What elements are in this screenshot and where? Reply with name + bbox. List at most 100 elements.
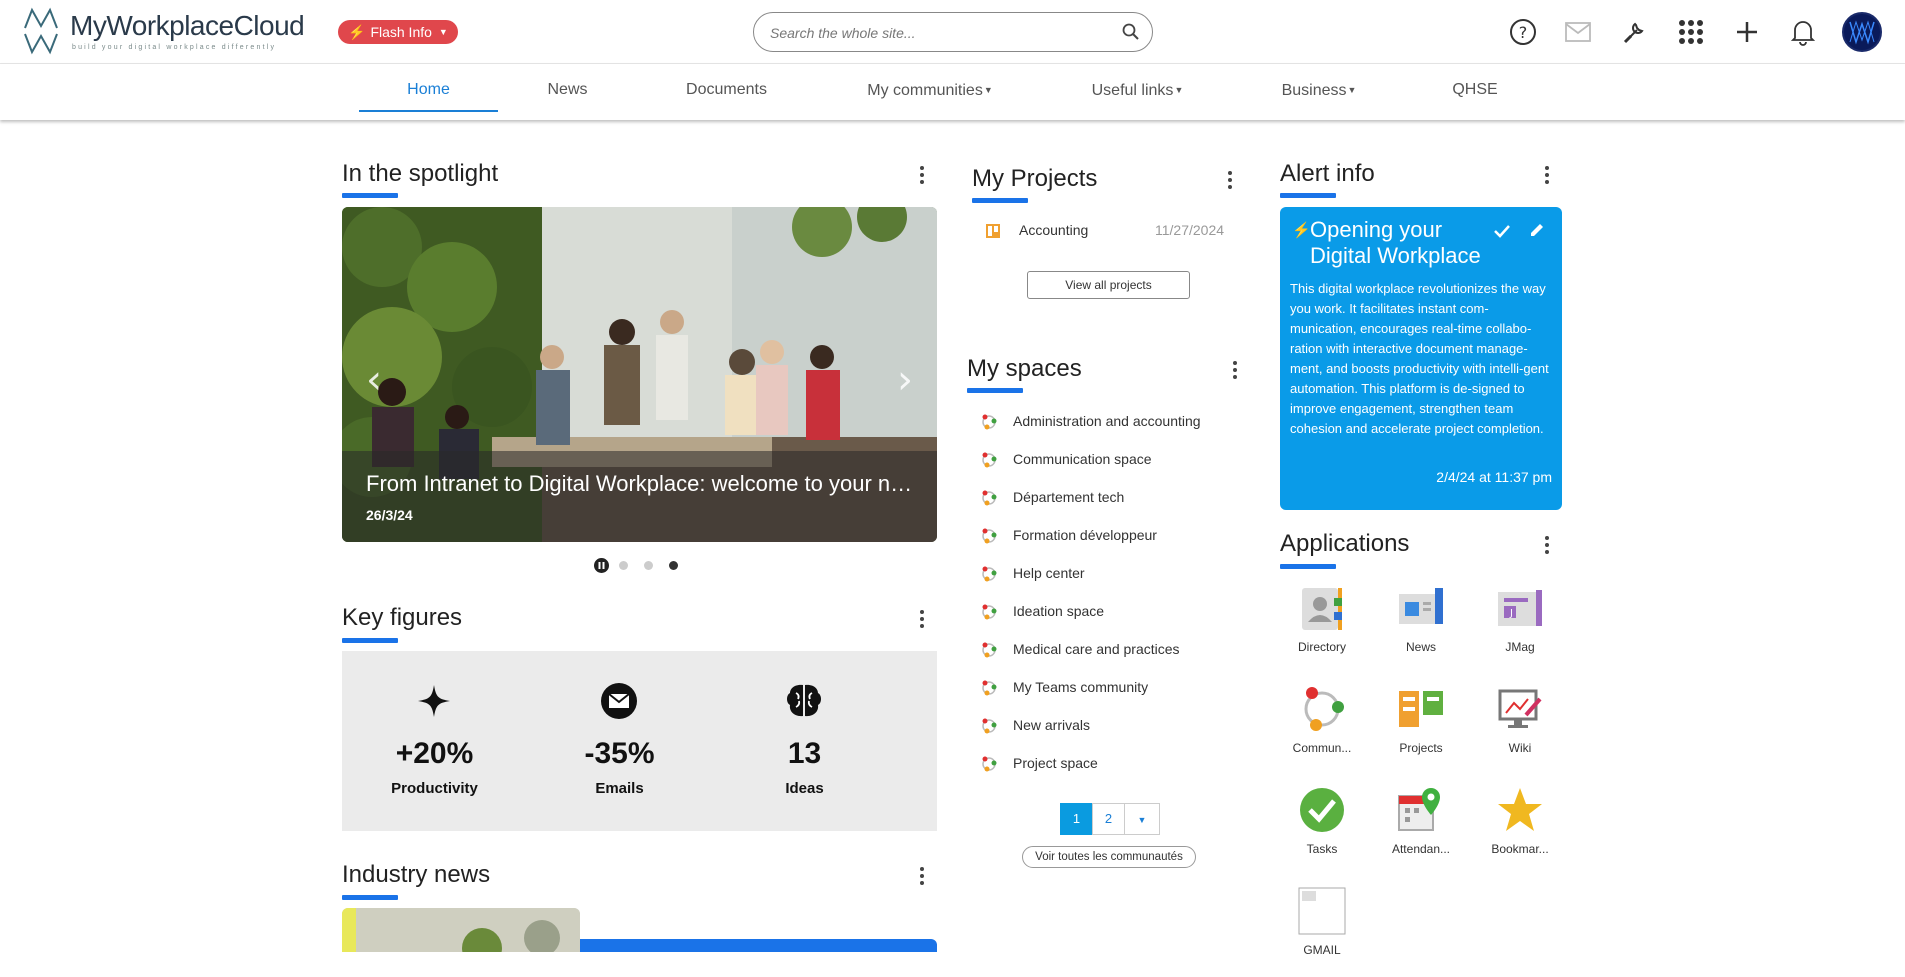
space-item[interactable]: Formation développeur bbox=[980, 523, 1250, 547]
key-figure-label: Productivity bbox=[391, 780, 478, 797]
spaces-title: My spaces bbox=[967, 355, 1082, 382]
space-item[interactable]: Help center bbox=[980, 561, 1250, 585]
flash-info-button[interactable]: ⚡ Flash Info ▼ bbox=[338, 20, 458, 44]
space-item[interactable]: Ideation space bbox=[980, 599, 1250, 623]
projects-menu-icon[interactable] bbox=[1220, 168, 1240, 192]
caret-down-icon: ▼ bbox=[438, 27, 448, 37]
community-icon bbox=[982, 490, 997, 506]
edit-icon[interactable] bbox=[1528, 221, 1546, 239]
space-item[interactable]: Département tech bbox=[980, 485, 1250, 509]
carousel-dot[interactable] bbox=[644, 561, 653, 570]
app-name: Tasks bbox=[1306, 842, 1338, 856]
app-attendance[interactable]: Attendan... bbox=[1375, 786, 1465, 876]
avatar[interactable] bbox=[1842, 12, 1882, 52]
app-gmail[interactable]: GMAIL bbox=[1276, 887, 1366, 977]
carousel-dot[interactable] bbox=[619, 561, 628, 570]
app-jmag[interactable]: J JMag bbox=[1474, 584, 1564, 674]
app-name: Commun... bbox=[1292, 741, 1352, 755]
search-input[interactable] bbox=[770, 22, 1110, 44]
mail-icon[interactable] bbox=[1558, 12, 1598, 52]
page-2-button[interactable]: 2 bbox=[1092, 803, 1125, 835]
slide-title[interactable]: From Intranet to Digital Workplace: welc… bbox=[366, 471, 916, 497]
caret-down-icon: ▼ bbox=[1347, 85, 1357, 95]
space-name: Project space bbox=[1013, 755, 1098, 771]
industry-news-menu-icon[interactable] bbox=[912, 864, 932, 888]
app-name: Wiki bbox=[1508, 741, 1532, 755]
spotlight-menu-icon[interactable] bbox=[912, 163, 932, 187]
nav-useful-links-label: Useful links bbox=[1091, 82, 1174, 99]
app-tasks[interactable]: Tasks bbox=[1276, 786, 1366, 876]
nav-news[interactable]: News bbox=[530, 64, 605, 112]
svg-text:?: ? bbox=[1519, 23, 1528, 42]
industry-news-card[interactable] bbox=[580, 939, 937, 952]
alert-card[interactable]: ⚡ Opening your Digital Workplace This di… bbox=[1280, 207, 1562, 510]
page-1-button[interactable]: 1 bbox=[1060, 803, 1093, 835]
space-name: New arrivals bbox=[1013, 717, 1091, 733]
pause-icon[interactable] bbox=[594, 558, 609, 573]
brain-icon bbox=[787, 684, 821, 717]
app-name: JMag bbox=[1505, 640, 1535, 654]
carousel-dot-active[interactable] bbox=[669, 561, 678, 570]
spotlight-underline bbox=[342, 193, 398, 198]
spotlight-title: In the spotlight bbox=[342, 160, 499, 187]
alert-card-date: 2/4/24 at 11:37 pm bbox=[1436, 469, 1552, 485]
project-icon bbox=[986, 224, 1000, 238]
carousel-caption[interactable]: From Intranet to Digital Workplace: welc… bbox=[342, 451, 937, 542]
alert-title: Alert info bbox=[1280, 160, 1375, 187]
nav-my-communities[interactable]: My communities▼ bbox=[855, 64, 1005, 112]
space-item[interactable]: Administration and accounting bbox=[980, 409, 1250, 433]
key-figures-menu-icon[interactable] bbox=[912, 607, 932, 631]
logo-mark-icon bbox=[24, 7, 58, 55]
alert-menu-icon[interactable] bbox=[1537, 163, 1557, 187]
community-icon bbox=[982, 566, 997, 582]
nav-business[interactable]: Business▼ bbox=[1272, 64, 1366, 112]
alert-card-body: This digital workplace revolutionizes th… bbox=[1290, 281, 1549, 436]
view-all-projects-button[interactable]: View all projects bbox=[1027, 271, 1190, 299]
nav-documents[interactable]: Documents bbox=[670, 64, 783, 112]
applications-menu-icon[interactable] bbox=[1537, 533, 1557, 557]
tasks-icon bbox=[1300, 788, 1344, 832]
project-row[interactable]: Accounting 11/27/2024 bbox=[985, 220, 1235, 242]
app-news[interactable]: News bbox=[1375, 584, 1465, 674]
community-icon bbox=[982, 528, 997, 544]
app-bookmarks[interactable]: Bookmar... bbox=[1474, 786, 1564, 876]
bell-icon[interactable] bbox=[1783, 12, 1823, 52]
space-item[interactable]: My Teams community bbox=[980, 675, 1250, 699]
space-name: My Teams community bbox=[1013, 679, 1149, 695]
tools-icon[interactable] bbox=[1615, 12, 1655, 52]
envelope-icon bbox=[601, 683, 637, 719]
add-icon[interactable] bbox=[1727, 12, 1767, 52]
search-box bbox=[753, 12, 1153, 52]
space-item[interactable]: Communication space bbox=[980, 447, 1250, 471]
space-item[interactable]: Project space bbox=[980, 751, 1250, 775]
app-directory[interactable]: Directory bbox=[1276, 584, 1366, 674]
space-name: Medical care and practices bbox=[1013, 641, 1180, 657]
logo[interactable]: MyWorkplaceCloud build your digital work… bbox=[22, 6, 322, 56]
nav-useful-links[interactable]: Useful links▼ bbox=[1080, 64, 1195, 112]
key-figures-title: Key figures bbox=[342, 604, 463, 631]
app-communities[interactable]: Commun... bbox=[1276, 685, 1366, 775]
space-item[interactable]: New arrivals bbox=[980, 713, 1250, 737]
spaces-menu-icon[interactable] bbox=[1225, 358, 1245, 382]
space-name: Help center bbox=[1013, 565, 1085, 581]
see-all-communities-button[interactable]: Voir toutes les communautés bbox=[1022, 846, 1196, 868]
nav-home[interactable]: Home bbox=[359, 64, 498, 112]
carousel-prev-icon[interactable]: ‹ bbox=[366, 357, 382, 403]
carousel-next-icon[interactable]: › bbox=[897, 357, 913, 403]
apps-grid-icon[interactable] bbox=[1671, 12, 1711, 52]
project-name[interactable]: Accounting bbox=[1019, 222, 1088, 238]
spotlight-carousel[interactable]: ‹ › From Intranet to Digital Workplace: … bbox=[342, 207, 937, 542]
page-dropdown-button[interactable]: ▼ bbox=[1124, 803, 1160, 835]
app-projects[interactable]: Projects bbox=[1375, 685, 1465, 775]
app-wiki[interactable]: Wiki bbox=[1474, 685, 1564, 775]
nav-qhse[interactable]: QHSE bbox=[1440, 64, 1510, 112]
industry-news-image[interactable] bbox=[342, 908, 580, 952]
project-date: 11/27/2024 bbox=[1155, 222, 1225, 238]
bookmark-icon bbox=[1498, 788, 1542, 831]
help-icon[interactable]: ? bbox=[1503, 12, 1543, 52]
check-icon[interactable] bbox=[1493, 223, 1511, 239]
community-icon bbox=[982, 642, 997, 658]
search-icon[interactable] bbox=[1122, 23, 1140, 41]
space-name: Ideation space bbox=[1013, 603, 1105, 619]
space-item[interactable]: Medical care and practices bbox=[980, 637, 1250, 661]
